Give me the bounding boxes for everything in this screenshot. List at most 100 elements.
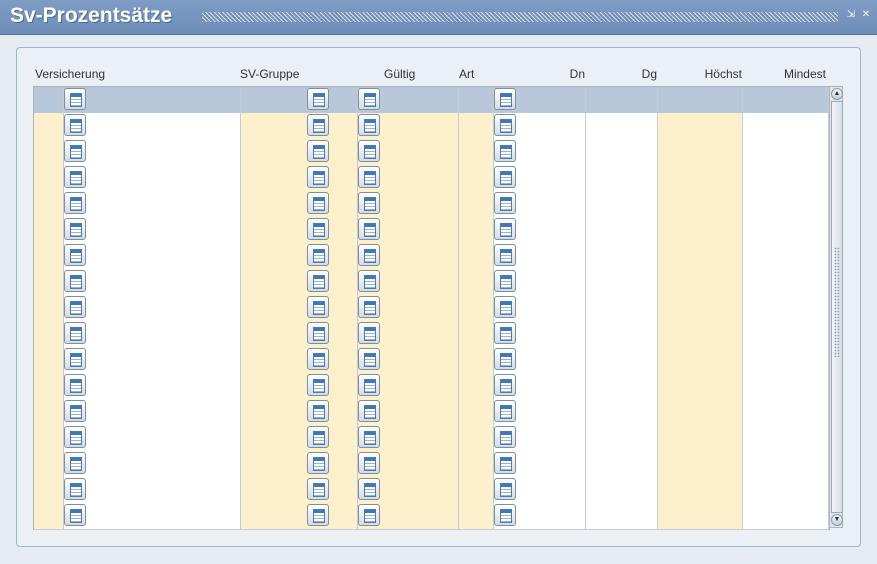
cell-art[interactable] [459, 243, 494, 269]
cell-versicherung[interactable] [64, 139, 241, 165]
list-of-values-icon[interactable] [358, 140, 380, 162]
list-of-values-icon[interactable] [307, 140, 329, 162]
table-row[interactable] [34, 399, 829, 426]
list-of-values-icon[interactable] [358, 504, 380, 526]
cell-mindest[interactable] [743, 269, 829, 295]
list-of-values-icon[interactable] [307, 452, 329, 474]
cell-select[interactable] [34, 503, 64, 529]
cell-mindest[interactable] [743, 87, 829, 113]
cell-select[interactable] [34, 425, 64, 451]
cell-hoechst[interactable] [658, 373, 743, 399]
list-of-values-icon[interactable] [307, 348, 329, 370]
list-of-values-icon[interactable] [64, 218, 86, 240]
cell-hoechst[interactable] [658, 399, 743, 425]
cell-versicherung[interactable] [64, 347, 241, 373]
cell-select[interactable] [34, 451, 64, 477]
cell-sv-gruppe[interactable] [241, 373, 358, 399]
minimize-icon[interactable]: ⇲ [846, 10, 856, 20]
table-row[interactable] [34, 503, 829, 530]
cell-art[interactable] [459, 217, 494, 243]
cell-hoechst[interactable] [658, 269, 743, 295]
cell-sv-gruppe[interactable] [241, 139, 358, 165]
list-of-values-icon[interactable] [494, 322, 516, 344]
cell-sv-gruppe[interactable] [241, 269, 358, 295]
cell-mindest[interactable] [743, 321, 829, 347]
list-of-values-icon[interactable] [307, 426, 329, 448]
list-of-values-icon[interactable] [64, 166, 86, 188]
cell-dg[interactable] [586, 451, 658, 477]
cell-select[interactable] [34, 139, 64, 165]
cell-mindest[interactable] [743, 425, 829, 451]
cell-hoechst[interactable] [658, 139, 743, 165]
scroll-up-icon[interactable]: ▲ [831, 88, 843, 100]
cell-mindest[interactable] [743, 165, 829, 191]
cell-select[interactable] [34, 399, 64, 425]
cell-versicherung[interactable] [64, 113, 241, 139]
cell-mindest[interactable] [743, 399, 829, 425]
cell-versicherung[interactable] [64, 243, 241, 269]
cell-art[interactable] [459, 373, 494, 399]
list-of-values-icon[interactable] [64, 400, 86, 422]
list-of-values-icon[interactable] [64, 452, 86, 474]
list-of-values-icon[interactable] [494, 478, 516, 500]
table-row[interactable] [34, 373, 829, 400]
cell-versicherung[interactable] [64, 165, 241, 191]
list-of-values-icon[interactable] [358, 348, 380, 370]
cell-select[interactable] [34, 113, 64, 139]
cell-select[interactable] [34, 295, 64, 321]
cell-versicherung[interactable] [64, 87, 241, 113]
list-of-values-icon[interactable] [307, 322, 329, 344]
cell-hoechst[interactable] [658, 295, 743, 321]
cell-sv-gruppe[interactable] [241, 451, 358, 477]
table-row[interactable] [34, 139, 829, 166]
cell-dg[interactable] [586, 425, 658, 451]
cell-select[interactable] [34, 191, 64, 217]
cell-art[interactable] [459, 399, 494, 425]
cell-versicherung[interactable] [64, 269, 241, 295]
list-of-values-icon[interactable] [64, 192, 86, 214]
cell-hoechst[interactable] [658, 113, 743, 139]
cell-sv-gruppe[interactable] [241, 399, 358, 425]
list-of-values-icon[interactable] [307, 478, 329, 500]
cell-dg[interactable] [586, 347, 658, 373]
list-of-values-icon[interactable] [494, 88, 516, 110]
cell-art[interactable] [459, 347, 494, 373]
cell-dg[interactable] [586, 217, 658, 243]
cell-dg[interactable] [586, 113, 658, 139]
cell-dg[interactable] [586, 321, 658, 347]
list-of-values-icon[interactable] [64, 114, 86, 136]
cell-select[interactable] [34, 347, 64, 373]
cell-versicherung[interactable] [64, 373, 241, 399]
cell-hoechst[interactable] [658, 191, 743, 217]
list-of-values-icon[interactable] [358, 218, 380, 240]
vertical-scrollbar[interactable]: ▲ ▼ [829, 86, 843, 528]
table-row[interactable] [34, 165, 829, 192]
list-of-values-icon[interactable] [307, 88, 329, 110]
list-of-values-icon[interactable] [307, 114, 329, 136]
list-of-values-icon[interactable] [358, 166, 380, 188]
cell-sv-gruppe[interactable] [241, 503, 358, 529]
cell-mindest[interactable] [743, 451, 829, 477]
cell-sv-gruppe[interactable] [241, 113, 358, 139]
cell-mindest[interactable] [743, 347, 829, 373]
cell-sv-gruppe[interactable] [241, 191, 358, 217]
cell-hoechst[interactable] [658, 217, 743, 243]
cell-art[interactable] [459, 425, 494, 451]
cell-hoechst[interactable] [658, 165, 743, 191]
cell-mindest[interactable] [743, 503, 829, 529]
close-icon[interactable]: ✕ [861, 10, 871, 20]
list-of-values-icon[interactable] [307, 270, 329, 292]
cell-art[interactable] [459, 503, 494, 529]
cell-sv-gruppe[interactable] [241, 165, 358, 191]
cell-versicherung[interactable] [64, 191, 241, 217]
list-of-values-icon[interactable] [494, 400, 516, 422]
list-of-values-icon[interactable] [307, 400, 329, 422]
table-row[interactable] [34, 425, 829, 452]
table-row[interactable] [34, 87, 829, 114]
table-row[interactable] [34, 269, 829, 296]
cell-mindest[interactable] [743, 295, 829, 321]
cell-sv-gruppe[interactable] [241, 477, 358, 503]
cell-sv-gruppe[interactable] [241, 347, 358, 373]
cell-art[interactable] [459, 87, 494, 113]
cell-sv-gruppe[interactable] [241, 295, 358, 321]
